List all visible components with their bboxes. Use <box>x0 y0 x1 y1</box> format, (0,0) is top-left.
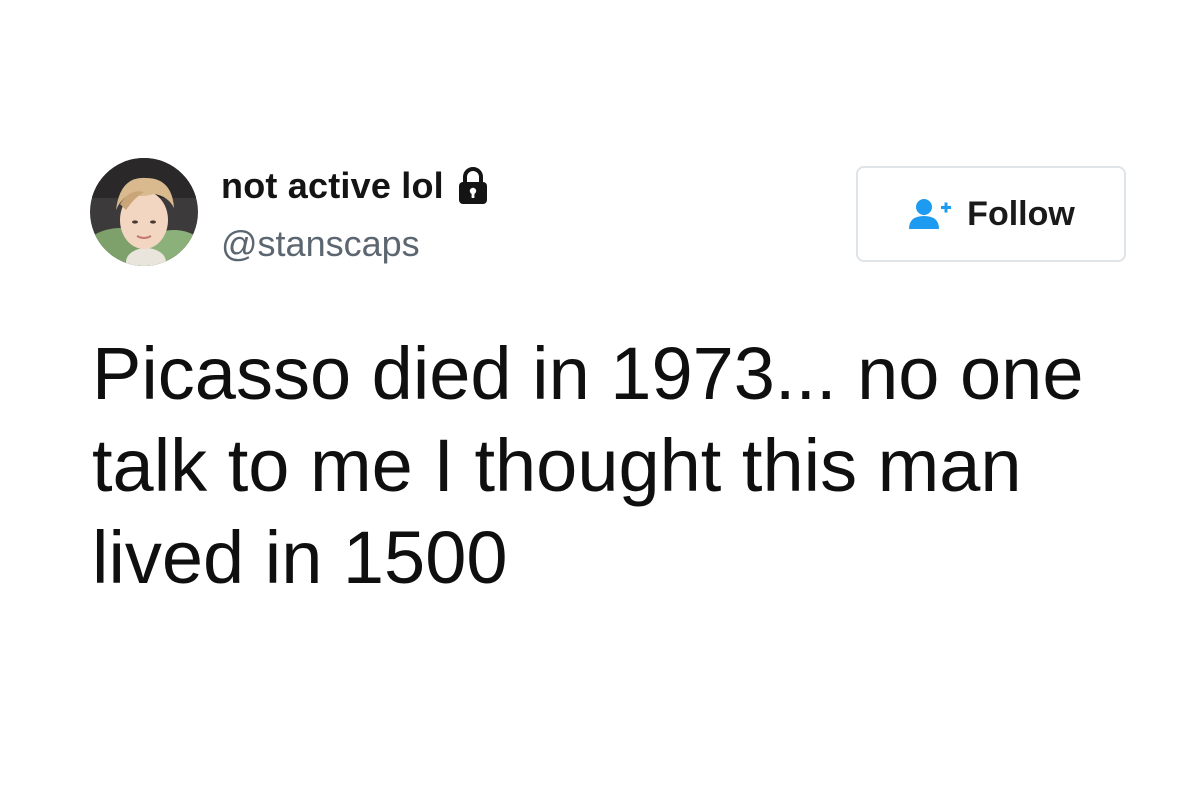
display-name-row: not active lol <box>221 163 490 209</box>
avatar[interactable] <box>90 158 198 266</box>
lock-icon <box>456 166 490 206</box>
add-user-icon <box>907 197 953 231</box>
follow-button-label: Follow <box>967 194 1075 233</box>
user-handle[interactable]: @stanscaps <box>221 223 420 265</box>
avatar-photo-icon <box>90 158 198 266</box>
follow-button[interactable]: Follow <box>856 166 1126 262</box>
display-name[interactable]: not active lol <box>221 165 444 207</box>
tweet-text: Picasso died in 1973... no one talk to m… <box>92 332 1084 599</box>
tweet-card: not active lol @stanscaps Follow Picasso… <box>0 0 1200 800</box>
